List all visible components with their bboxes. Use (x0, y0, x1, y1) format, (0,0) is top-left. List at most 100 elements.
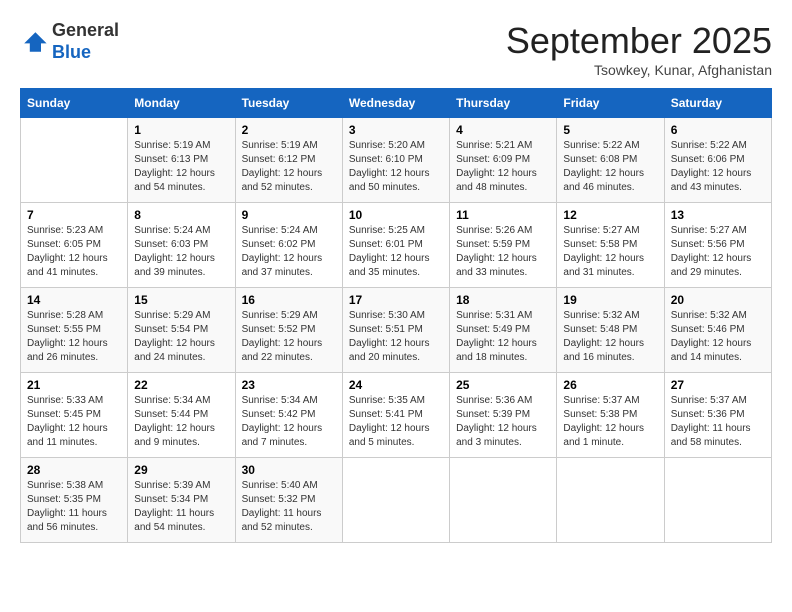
day-info: Sunrise: 5:35 AMSunset: 5:41 PMDaylight:… (349, 394, 443, 450)
logo-icon (20, 28, 48, 56)
calendar-cell: 6Sunrise: 5:22 AMSunset: 6:06 PMDaylight… (664, 118, 771, 203)
weekday-header-thursday: Thursday (450, 89, 557, 118)
day-number: 19 (563, 293, 657, 307)
calendar-cell: 2Sunrise: 5:19 AMSunset: 6:12 PMDaylight… (235, 118, 342, 203)
calendar-cell: 20 Sunrise: 5:32 AMSunset: 5:46 PMDayligh… (664, 288, 771, 373)
day-info: Sunrise: 5:32 AMSunset: 5:48 PMDaylight:… (563, 309, 657, 365)
page-header: General Blue September 2025 Tsowkey, Kun… (20, 20, 772, 78)
day-number: 16 (242, 293, 336, 307)
title-block: September 2025 Tsowkey, Kunar, Afghanist… (506, 20, 772, 78)
calendar-cell: 29Sunrise: 5:39 AMSunset: 5:34 PMDayligh… (128, 458, 235, 543)
day-info: Sunrise: 5:37 AMSunset: 5:38 PMDaylight:… (563, 394, 657, 450)
calendar-table: SundayMondayTuesdayWednesdayThursdayFrid… (20, 88, 772, 543)
day-info: Sunrise: 5:20 AMSunset: 6:10 PMDaylight:… (349, 139, 443, 195)
location: Tsowkey, Kunar, Afghanistan (506, 62, 772, 78)
calendar-cell: 27 Sunrise: 5:37 AMSunset: 5:36 PMDayligh… (664, 373, 771, 458)
day-number: 10 (349, 208, 443, 222)
day-info: Sunrise: 5:34 AMSunset: 5:44 PMDaylight:… (134, 394, 228, 450)
calendar-cell (21, 118, 128, 203)
day-info: Sunrise: 5:36 AMSunset: 5:39 PMDaylight:… (456, 394, 550, 450)
calendar-week-1: 1Sunrise: 5:19 AMSunset: 6:13 PMDaylight… (21, 118, 772, 203)
calendar-cell: 23Sunrise: 5:34 AMSunset: 5:42 PMDayligh… (235, 373, 342, 458)
calendar-cell: 9Sunrise: 5:24 AMSunset: 6:02 PMDaylight… (235, 203, 342, 288)
calendar-cell: 7 Sunrise: 5:23 AMSunset: 6:05 PMDaylight… (21, 203, 128, 288)
day-number: 11 (456, 208, 550, 222)
day-info: Sunrise: 5:22 AMSunset: 6:08 PMDaylight:… (563, 139, 657, 195)
calendar-cell: 22 Sunrise: 5:34 AMSunset: 5:44 PMDayligh… (128, 373, 235, 458)
day-number: 27 (671, 378, 765, 392)
calendar-body: 1Sunrise: 5:19 AMSunset: 6:13 PMDaylight… (21, 118, 772, 543)
weekday-header-wednesday: Wednesday (342, 89, 449, 118)
day-number: 6 (671, 123, 765, 137)
calendar-header: SundayMondayTuesdayWednesdayThursdayFrid… (21, 89, 772, 118)
calendar-cell: 19 Sunrise: 5:32 AMSunset: 5:48 PMDayligh… (557, 288, 664, 373)
day-number: 4 (456, 123, 550, 137)
calendar-cell: 13 Sunrise: 5:27 AMSunset: 5:56 PMDayligh… (664, 203, 771, 288)
calendar-cell: 30 Sunrise: 5:40 AMSunset: 5:32 PMDayligh… (235, 458, 342, 543)
day-number: 15 (134, 293, 228, 307)
day-info: Sunrise: 5:38 AMSunset: 5:35 PMDaylight:… (27, 479, 121, 535)
day-number: 14 (27, 293, 121, 307)
day-number: 8 (134, 208, 228, 222)
logo-blue: Blue (52, 42, 119, 64)
calendar-cell: 17 Sunrise: 5:30 AMSunset: 5:51 PMDayligh… (342, 288, 449, 373)
day-number: 30 (242, 463, 336, 477)
day-info: Sunrise: 5:37 AMSunset: 5:36 PMDaylight:… (671, 394, 765, 450)
day-info: Sunrise: 5:23 AMSunset: 6:05 PMDaylight:… (27, 224, 121, 280)
calendar-cell (342, 458, 449, 543)
month-title: September 2025 (506, 20, 772, 62)
day-info: Sunrise: 5:25 AMSunset: 6:01 PMDaylight:… (349, 224, 443, 280)
weekday-header-friday: Friday (557, 89, 664, 118)
calendar-cell: 26Sunrise: 5:37 AMSunset: 5:38 PMDayligh… (557, 373, 664, 458)
day-number: 3 (349, 123, 443, 137)
calendar-cell: 28 Sunrise: 5:38 AMSunset: 5:35 PMDayligh… (21, 458, 128, 543)
day-info: Sunrise: 5:24 AMSunset: 6:02 PMDaylight:… (242, 224, 336, 280)
day-number: 20 (671, 293, 765, 307)
calendar-week-4: 21Sunrise: 5:33 AMSunset: 5:45 PMDayligh… (21, 373, 772, 458)
day-info: Sunrise: 5:26 AMSunset: 5:59 PMDaylight:… (456, 224, 550, 280)
day-info: Sunrise: 5:19 AMSunset: 6:13 PMDaylight:… (134, 139, 228, 195)
day-info: Sunrise: 5:31 AMSunset: 5:49 PMDaylight:… (456, 309, 550, 365)
day-number: 24 (349, 378, 443, 392)
day-number: 12 (563, 208, 657, 222)
logo: General Blue (20, 20, 119, 63)
day-number: 21 (27, 378, 121, 392)
calendar-cell: 1Sunrise: 5:19 AMSunset: 6:13 PMDaylight… (128, 118, 235, 203)
calendar-cell (450, 458, 557, 543)
weekday-header-monday: Monday (128, 89, 235, 118)
calendar-cell: 8 Sunrise: 5:24 AMSunset: 6:03 PMDaylight… (128, 203, 235, 288)
day-info: Sunrise: 5:40 AMSunset: 5:32 PMDaylight:… (242, 479, 336, 535)
day-number: 7 (27, 208, 121, 222)
weekday-header-row: SundayMondayTuesdayWednesdayThursdayFrid… (21, 89, 772, 118)
calendar-week-3: 14 Sunrise: 5:28 AMSunset: 5:55 PMDayligh… (21, 288, 772, 373)
day-info: Sunrise: 5:24 AMSunset: 6:03 PMDaylight:… (134, 224, 228, 280)
day-number: 22 (134, 378, 228, 392)
calendar-cell (557, 458, 664, 543)
day-number: 23 (242, 378, 336, 392)
calendar-cell: 4 Sunrise: 5:21 AMSunset: 6:09 PMDaylight… (450, 118, 557, 203)
day-info: Sunrise: 5:32 AMSunset: 5:46 PMDaylight:… (671, 309, 765, 365)
calendar-week-2: 7 Sunrise: 5:23 AMSunset: 6:05 PMDaylight… (21, 203, 772, 288)
calendar-cell: 15Sunrise: 5:29 AMSunset: 5:54 PMDayligh… (128, 288, 235, 373)
calendar-cell: 3 Sunrise: 5:20 AMSunset: 6:10 PMDaylight… (342, 118, 449, 203)
day-number: 13 (671, 208, 765, 222)
weekday-header-tuesday: Tuesday (235, 89, 342, 118)
day-info: Sunrise: 5:21 AMSunset: 6:09 PMDaylight:… (456, 139, 550, 195)
calendar-cell: 12Sunrise: 5:27 AMSunset: 5:58 PMDayligh… (557, 203, 664, 288)
logo-text: General Blue (52, 20, 119, 63)
day-number: 17 (349, 293, 443, 307)
calendar-cell: 21Sunrise: 5:33 AMSunset: 5:45 PMDayligh… (21, 373, 128, 458)
weekday-header-sunday: Sunday (21, 89, 128, 118)
day-info: Sunrise: 5:27 AMSunset: 5:56 PMDaylight:… (671, 224, 765, 280)
day-number: 28 (27, 463, 121, 477)
day-number: 2 (242, 123, 336, 137)
calendar-cell: 10 Sunrise: 5:25 AMSunset: 6:01 PMDayligh… (342, 203, 449, 288)
day-number: 5 (563, 123, 657, 137)
calendar-cell: 14 Sunrise: 5:28 AMSunset: 5:55 PMDayligh… (21, 288, 128, 373)
calendar-cell: 16Sunrise: 5:29 AMSunset: 5:52 PMDayligh… (235, 288, 342, 373)
calendar-cell: 18Sunrise: 5:31 AMSunset: 5:49 PMDayligh… (450, 288, 557, 373)
day-info: Sunrise: 5:30 AMSunset: 5:51 PMDaylight:… (349, 309, 443, 365)
logo-general: General (52, 20, 119, 42)
calendar-cell: 5 Sunrise: 5:22 AMSunset: 6:08 PMDaylight… (557, 118, 664, 203)
day-info: Sunrise: 5:28 AMSunset: 5:55 PMDaylight:… (27, 309, 121, 365)
